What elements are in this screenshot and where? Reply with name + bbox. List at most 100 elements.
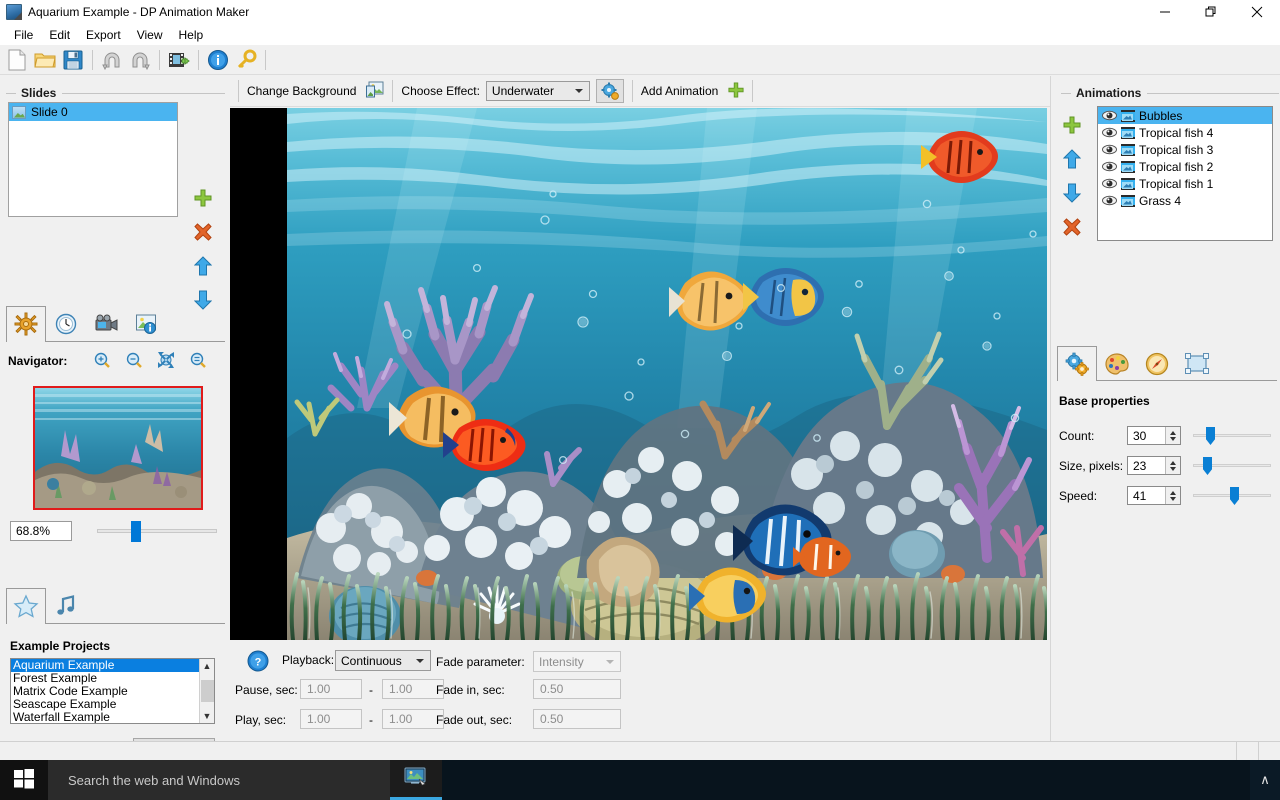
animations-list[interactable]: Bubbles Tropical fish 4 Tropical fish 3 [1097,106,1273,241]
spinner-up-icon[interactable] [1170,490,1176,495]
open-folder-icon[interactable] [32,47,58,73]
tray-expand-chevron-icon[interactable]: ∧ [1250,772,1280,788]
menu-export[interactable]: Export [78,26,129,44]
save-icon[interactable] [60,47,86,73]
tab-color[interactable] [1097,346,1137,380]
tab-music[interactable] [46,588,86,623]
fade-in-input[interactable]: 0.50 [533,679,621,699]
slide-list-item[interactable]: Slide 0 [9,103,177,121]
slides-list[interactable]: Slide 0 [8,102,178,217]
playback-select[interactable]: Continuous [335,650,431,671]
minimize-button[interactable] [1142,0,1188,24]
add-animation-label[interactable]: Add Animation [641,84,718,98]
add-slide-button[interactable] [190,181,216,215]
zoom-value-input[interactable]: 68.8% [10,521,72,541]
count-slider-thumb[interactable] [1206,427,1215,445]
start-button[interactable] [0,760,48,800]
export-video-icon[interactable] [166,47,192,73]
examples-scrollbar[interactable]: ▲ ▼ [199,659,214,723]
delete-slide-button[interactable] [190,215,216,249]
size-spinner-buttons[interactable] [1165,457,1180,474]
navigator-thumbnail[interactable] [33,386,203,510]
spinner-down-icon[interactable] [1170,466,1176,471]
count-slider[interactable] [1193,427,1271,445]
info-icon[interactable] [205,47,231,73]
size-slider[interactable] [1193,457,1271,475]
delete-animation-button[interactable] [1059,210,1085,244]
preview-canvas[interactable] [230,108,1047,640]
speed-spinner[interactable]: 41 [1127,486,1181,505]
spinner-down-icon[interactable] [1170,496,1176,501]
animation-list-item[interactable]: Tropical fish 4 [1098,124,1272,141]
change-background-label[interactable]: Change Background [247,84,356,98]
visibility-eye-icon[interactable] [1102,161,1117,172]
tab-example-projects[interactable] [6,588,46,624]
fit-to-window-icon[interactable] [157,351,175,372]
move-animation-down-button[interactable] [1059,176,1085,210]
visibility-eye-icon[interactable] [1102,110,1117,121]
actual-size-icon[interactable] [189,351,207,372]
effect-settings-button[interactable] [595,79,624,103]
spinner-up-icon[interactable] [1170,430,1176,435]
size-slider-thumb[interactable] [1203,457,1212,475]
animation-list-item[interactable]: Grass 4 [1098,192,1272,209]
pause-from-input[interactable]: 1.00 [300,679,362,699]
zoom-slider-thumb[interactable] [131,521,141,542]
animation-list-item[interactable]: Tropical fish 1 [1098,175,1272,192]
count-spinner[interactable]: 30 [1127,426,1181,445]
example-list-item[interactable]: Waterfall Example [11,711,199,724]
animation-list-item[interactable]: Tropical fish 2 [1098,158,1272,175]
plus-icon[interactable] [728,81,744,101]
zoom-out-icon[interactable] [125,351,143,372]
effect-select[interactable]: Underwater [485,81,590,101]
tab-direction[interactable] [1137,346,1177,380]
add-animation-button[interactable] [1059,108,1085,142]
close-button[interactable] [1234,0,1280,24]
tab-navigator[interactable] [6,306,46,342]
menu-edit[interactable]: Edit [41,26,78,44]
tab-area[interactable] [1177,346,1217,380]
new-icon[interactable] [4,47,30,73]
animation-list-item[interactable]: Bubbles [1098,107,1272,124]
tab-base-properties[interactable] [1057,346,1097,381]
redo-icon[interactable] [127,47,153,73]
spinner-down-icon[interactable] [1170,436,1176,441]
search-input[interactable]: Search the web and Windows [48,760,390,800]
speed-slider[interactable] [1193,487,1271,505]
tab-image-info[interactable] [126,306,166,341]
play-to-input[interactable]: 1.00 [382,709,444,729]
zoom-in-icon[interactable] [93,351,111,372]
undo-icon[interactable] [99,47,125,73]
count-spinner-buttons[interactable] [1165,427,1180,444]
speed-spinner-buttons[interactable] [1165,487,1180,504]
move-slide-up-button[interactable] [190,249,216,283]
fade-out-input[interactable]: 0.50 [533,709,621,729]
play-from-input[interactable]: 1.00 [300,709,362,729]
help-question-icon[interactable]: ? [247,650,269,675]
maximize-button[interactable] [1188,0,1234,24]
animation-list-item[interactable]: Tropical fish 3 [1098,141,1272,158]
visibility-eye-icon[interactable] [1102,127,1117,138]
pause-to-input[interactable]: 1.00 [382,679,444,699]
speed-slider-thumb[interactable] [1230,487,1239,505]
scroll-up-arrow[interactable]: ▲ [203,659,212,673]
tab-video[interactable] [86,306,126,341]
visibility-eye-icon[interactable] [1102,195,1117,206]
tab-timing[interactable] [46,306,86,341]
zoom-slider[interactable] [97,521,217,542]
menu-help[interactable]: Help [171,26,212,44]
picture-import-icon[interactable] [366,81,384,101]
scrollbar-thumb[interactable] [200,680,214,702]
menu-view[interactable]: View [129,26,171,44]
move-animation-up-button[interactable] [1059,142,1085,176]
example-projects-list[interactable]: Aquarium Example Forest Example Matrix C… [10,658,215,724]
visibility-eye-icon[interactable] [1102,178,1117,189]
fade-parameter-select[interactable]: Intensity [533,651,621,672]
menu-file[interactable]: File [6,26,41,44]
taskbar-app-button[interactable] [390,760,442,800]
visibility-eye-icon[interactable] [1102,144,1117,155]
spinner-up-icon[interactable] [1170,460,1176,465]
scroll-down-arrow[interactable]: ▼ [203,709,212,723]
key-icon[interactable] [233,47,259,73]
size-spinner[interactable]: 23 [1127,456,1181,475]
